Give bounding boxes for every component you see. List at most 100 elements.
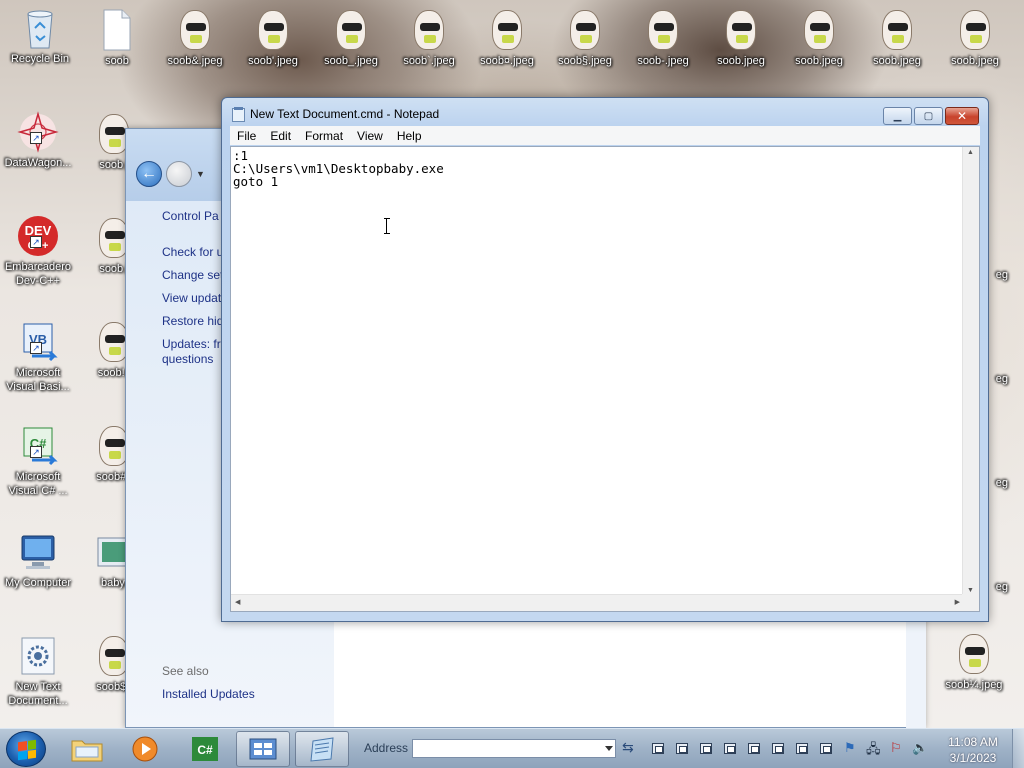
installed-updates-link[interactable]: Installed Updates xyxy=(162,687,255,701)
clock-date[interactable]: 3/1/2023 xyxy=(944,751,1002,765)
show-desktop-button[interactable] xyxy=(1012,729,1024,768)
clock-time[interactable]: 11:08 AM xyxy=(944,735,1002,749)
desktop-icon-label: soob-.jpeg xyxy=(637,55,689,67)
check-for-updates-link[interactable]: Check for u xyxy=(162,245,223,259)
forward-arrow-icon[interactable] xyxy=(166,161,192,187)
start-button[interactable] xyxy=(6,731,46,767)
desktop-icon-datawagon[interactable]: ↗ DataWagon... xyxy=(0,110,76,170)
address-input[interactable] xyxy=(412,739,616,758)
chevron-down-icon[interactable] xyxy=(605,746,613,751)
desktop-icon-soob[interactable]: soob xyxy=(79,8,155,68)
scroll-right-icon[interactable]: ▶ xyxy=(955,598,960,606)
desktop-icon-label: soob&.jpeg xyxy=(167,55,223,67)
control-panel-home-link[interactable]: Control Pa xyxy=(162,209,219,223)
window-icon[interactable] xyxy=(724,743,736,754)
desktop-icon-new-text-document[interactable]: New Text Document... xyxy=(0,634,76,708)
notepad-icon xyxy=(232,107,245,122)
network-icon[interactable]: 🖧 xyxy=(866,740,881,762)
vertical-scrollbar[interactable]: ▲ ▼ xyxy=(962,147,979,596)
desktop-icon-jpeg[interactable]: soob§.jpeg xyxy=(547,8,623,68)
desktop-icon-my-computer[interactable]: My Computer xyxy=(0,530,76,590)
horizontal-scrollbar[interactable]: ◀ ▶ xyxy=(231,594,964,611)
shortcut-arrow-icon: ↗ xyxy=(30,132,42,144)
desktop-icon-label: soob'.jpeg xyxy=(248,55,298,67)
menu-file[interactable]: File xyxy=(230,129,263,143)
desktop-icon-devcpp[interactable]: DEVC++ ↗ Embarcadero Dev-C++ xyxy=(0,214,76,288)
desktop-icon-label: soob.jpeg xyxy=(951,55,999,67)
window-icon[interactable] xyxy=(796,743,808,754)
desktop-icon-jpeg[interactable]: soob`.jpeg xyxy=(391,8,467,68)
jpeg-icon xyxy=(641,8,685,52)
control-panel-icon xyxy=(249,738,277,760)
taskbar-explorer-button[interactable] xyxy=(60,731,114,767)
settings-file-icon xyxy=(16,634,60,678)
desktop-icon-jpeg[interactable]: soob.jpeg xyxy=(781,8,857,68)
menu-edit[interactable]: Edit xyxy=(263,129,298,143)
window-icon[interactable] xyxy=(820,743,832,754)
desktop-icon-jpeg[interactable]: soob.jpeg xyxy=(937,8,1013,68)
shortcut-arrow-icon: ↗ xyxy=(30,342,42,354)
close-icon: ✕ xyxy=(956,109,968,123)
window-icon[interactable] xyxy=(700,743,712,754)
back-arrow-icon[interactable]: ← xyxy=(136,161,162,187)
chevron-down-icon[interactable]: ▼ xyxy=(196,169,205,179)
restore-hidden-updates-link[interactable]: Restore hid xyxy=(162,314,223,328)
desktop-icon-label: soob xyxy=(105,55,129,67)
minimize-button[interactable]: ▁ xyxy=(883,107,912,125)
desktop-icon-jpeg[interactable]: soob-.jpeg xyxy=(625,8,701,68)
taskbar-visual-csharp-button[interactable]: C# xyxy=(178,731,232,767)
menu-format[interactable]: Format xyxy=(298,129,350,143)
folder-icon xyxy=(71,740,103,762)
close-button[interactable]: ✕ xyxy=(945,107,979,125)
control-panel-nav: ← ▼ xyxy=(136,161,205,187)
desktop-icon-jpeg[interactable]: soob¼.jpeg xyxy=(936,632,1012,692)
taskbar-media-player-button[interactable] xyxy=(118,731,172,767)
scroll-down-icon[interactable]: ▼ xyxy=(967,587,974,594)
desktop-icon-jpeg[interactable]: soob.jpeg xyxy=(703,8,779,68)
desktop-icon-label: soob.jpeg xyxy=(873,55,921,67)
menu-bar: File Edit Format View Help xyxy=(230,126,980,145)
desktop-icon-jpeg[interactable]: soob¤.jpeg xyxy=(469,8,545,68)
desktop-icon-visual-csharp[interactable]: C# ↗ Microsoft Visual C# ... xyxy=(0,424,76,498)
jpeg-icon xyxy=(875,8,919,52)
desktop-icon-label: soob§.jpeg xyxy=(558,55,612,67)
updates-faq-link[interactable]: Updates: fr questions xyxy=(162,337,221,367)
recycle-bin-icon xyxy=(18,6,62,50)
shortcut-arrow-icon: ↗ xyxy=(30,446,42,458)
jpeg-icon xyxy=(173,8,217,52)
desktop-icon-visual-basic[interactable]: VB ↗ Microsoft Visual Basi... xyxy=(0,320,76,394)
window-icon[interactable] xyxy=(748,743,760,754)
maximize-button[interactable]: ▢ xyxy=(914,107,943,125)
notepad-window[interactable]: New Text Document.cmd - Notepad ▁ ▢ ✕ Fi… xyxy=(221,97,989,622)
windows-logo-icon xyxy=(18,739,36,761)
scroll-left-icon[interactable]: ◀ xyxy=(235,598,240,606)
resize-grip-icon[interactable] xyxy=(962,594,979,611)
taskbar-notepad-button[interactable] xyxy=(295,731,349,767)
desktop-icon-label: Microsoft Visual C# ... xyxy=(8,471,68,497)
desktop-icon-jpeg[interactable]: soob_.jpeg xyxy=(313,8,389,68)
menu-view[interactable]: View xyxy=(350,129,390,143)
view-update-history-link[interactable]: View updat xyxy=(162,291,221,305)
text-editor-area[interactable]: :1 C:\Users\vm1\Desktopbaby.exe goto 1 ▲… xyxy=(230,146,980,612)
window-icon[interactable] xyxy=(652,743,664,754)
taskbar-control-panel-button[interactable] xyxy=(236,731,290,767)
document-text[interactable]: :1 C:\Users\vm1\Desktopbaby.exe goto 1 xyxy=(233,149,444,188)
jpeg-icon xyxy=(407,8,451,52)
flag-alert-icon[interactable]: ⚐ xyxy=(890,740,902,756)
desktop-icon-label: soob.jpeg xyxy=(795,55,843,67)
window-icon[interactable] xyxy=(676,743,688,754)
desktop-icon-jpeg[interactable]: soob&.jpeg xyxy=(157,8,233,68)
desktop-icon-jpeg[interactable]: soob.jpeg xyxy=(859,8,935,68)
volume-icon[interactable]: 🔈 xyxy=(912,740,928,756)
scroll-up-icon[interactable]: ▲ xyxy=(967,149,974,156)
taskbar: C# Address ⇆ ⚑ 🖧 ⚐ 🔈 11:08 AM 3/1/2023 xyxy=(0,728,1024,768)
desktop-icon-jpeg[interactable]: soob'.jpeg xyxy=(235,8,311,68)
change-settings-link[interactable]: Change set xyxy=(162,268,223,282)
menu-help[interactable]: Help xyxy=(390,129,429,143)
action-center-flag-icon[interactable]: ⚑ xyxy=(844,740,856,756)
svg-text:C#: C# xyxy=(197,743,213,757)
desktop-icon-label: My Computer xyxy=(4,577,72,589)
desktop-icon-recycle-bin[interactable]: Recycle Bin xyxy=(2,6,78,66)
go-arrows-icon[interactable]: ⇆ xyxy=(622,739,634,756)
window-icon[interactable] xyxy=(772,743,784,754)
